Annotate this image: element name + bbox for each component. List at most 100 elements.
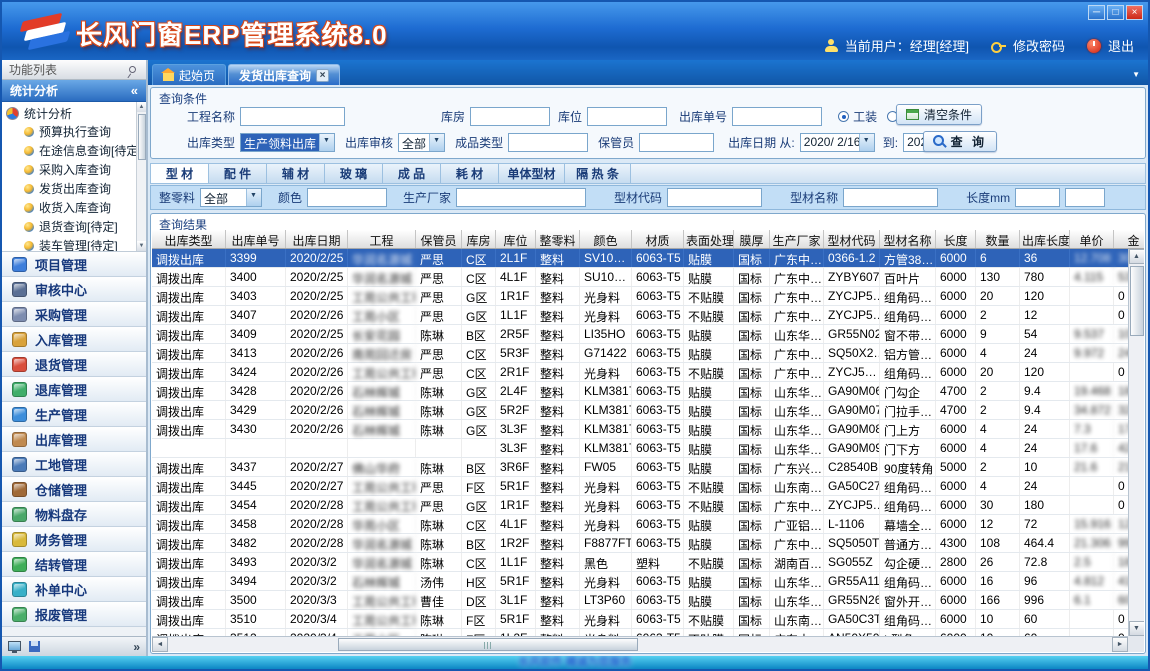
outbound-type-select[interactable]: 生产领料出库 <box>240 133 335 152</box>
grid-column-header[interactable]: 出库单号 <box>226 230 286 248</box>
module-item[interactable]: 仓储管理 <box>2 477 146 502</box>
tab-shipping-outbound-query[interactable]: 发货出库查询 × <box>228 64 340 85</box>
grid-row[interactable]: 调拨出库34282020/2/26石林辉城陈琳G区2L4F整料KLM381760… <box>152 382 1128 401</box>
grid-row[interactable]: 调拨出库34942020/3/2石林辉城汤伟H区5R1F整料光身料6063-T5… <box>152 572 1128 591</box>
grid-column-header[interactable]: 颜色 <box>580 230 632 248</box>
module-item[interactable]: 报废管理 <box>2 602 146 627</box>
grid-column-header[interactable]: 库房 <box>462 230 496 248</box>
tree-item[interactable]: 退货查询[待定] <box>2 217 146 236</box>
grid-row[interactable]: 调拨出库34822020/2/28华润名源城陈琳B区1R2F整料F8877FT6… <box>152 534 1128 553</box>
minimize-button[interactable]: ─ <box>1088 5 1105 20</box>
logout-button[interactable]: 退出 <box>1108 36 1134 55</box>
material-tab[interactable]: 辅 材 <box>267 164 325 183</box>
outbound-order-input[interactable] <box>732 107 822 126</box>
grid-column-header[interactable]: 膜厚 <box>734 230 770 248</box>
grid-column-header[interactable]: 单价 <box>1070 230 1114 248</box>
bin-input[interactable] <box>587 107 667 126</box>
whole-piece-select[interactable]: 全部 <box>200 188 262 207</box>
dropdown-arrow-icon[interactable] <box>319 134 334 151</box>
tab-close-icon[interactable]: × <box>316 69 329 82</box>
length-from-input[interactable] <box>1015 188 1060 207</box>
module-item[interactable]: 补单中心 <box>2 577 146 602</box>
product-type-input[interactable] <box>508 133 588 152</box>
grid-row[interactable]: 调拨出库34292020/2/26石林辉城陈琳G区5R2F整料KLM381760… <box>152 401 1128 420</box>
grid-column-header[interactable]: 保管员 <box>416 230 462 248</box>
material-tab[interactable]: 隔 热 条 <box>565 164 631 183</box>
monitor-icon[interactable] <box>8 641 21 651</box>
grid-column-header[interactable]: 型材代码 <box>824 230 880 248</box>
material-tab[interactable]: 单体型材 <box>499 164 565 183</box>
grid-row[interactable]: 调拨出库34452020/2/27工苑公共工程严思F区5R1F整料光身料6063… <box>152 477 1128 496</box>
radio-workwear[interactable]: 工装 <box>838 108 877 125</box>
scroll-right-icon[interactable] <box>1112 637 1128 652</box>
module-item[interactable]: 财务管理 <box>2 527 146 552</box>
grid-row[interactable]: 调拨出库34032020/2/25工苑公共工程严思G区1R1F整料光身料6063… <box>152 287 1128 306</box>
module-item[interactable]: 退库管理 <box>2 377 146 402</box>
tree-item[interactable]: 在途信息查询[待定] <box>2 141 146 160</box>
scroll-left-icon[interactable] <box>152 637 168 652</box>
module-item[interactable]: 结转管理 <box>2 552 146 577</box>
scroll-down-icon[interactable] <box>1129 621 1145 636</box>
grid-column-header[interactable]: 表面处理 <box>684 230 734 248</box>
warehouse-input[interactable] <box>470 107 550 126</box>
grid-row[interactable]: 调拨出库35102020/3/4工苑公共工程陈琳F区5R1F整料光身料6063-… <box>152 610 1128 629</box>
grid-column-header[interactable]: 金 <box>1114 230 1144 248</box>
scroll-down-icon[interactable] <box>137 241 147 251</box>
project-name-input[interactable] <box>240 107 345 126</box>
grid-horizontal-scrollbar[interactable] <box>152 636 1128 652</box>
tree-scrollbar[interactable] <box>136 102 146 251</box>
vertical-scrollbar-thumb[interactable] <box>1130 266 1144 336</box>
tree-item[interactable]: 发货出库查询 <box>2 179 146 198</box>
grid-column-header[interactable]: 长度 <box>936 230 976 248</box>
grid-column-header[interactable]: 整零料 <box>536 230 580 248</box>
length-to-input[interactable] <box>1065 188 1105 207</box>
grid-row[interactable]: 调拨出库34132020/2/26南苑回迁房严思C区5R3F整料G7142260… <box>152 344 1128 363</box>
date-from-picker[interactable]: 2020/ 2/16 <box>800 133 875 152</box>
grid-row[interactable]: 调拨出库34302020/2/26石林辉城陈琳G区3L3F整料KLM381760… <box>152 420 1128 439</box>
outbound-audit-select[interactable]: 全部 <box>398 133 445 152</box>
module-item[interactable]: 物料盘存 <box>2 502 146 527</box>
module-item[interactable]: 生产管理 <box>2 402 146 427</box>
profile-code-input[interactable] <box>667 188 762 207</box>
module-item[interactable]: 工地管理 <box>2 452 146 477</box>
grid-column-header[interactable]: 出库长度 <box>1020 230 1070 248</box>
grid-column-header[interactable]: 材质 <box>632 230 684 248</box>
clear-conditions-button[interactable]: 清空条件 <box>896 104 982 125</box>
tab-home[interactable]: 起始页 <box>152 64 226 85</box>
dropdown-arrow-icon[interactable] <box>859 134 874 151</box>
sidebar-section-header[interactable]: 统计分析 « <box>2 80 146 102</box>
maximize-button[interactable]: □ <box>1107 5 1124 20</box>
tab-list-chevron-icon[interactable] <box>1132 66 1140 80</box>
module-item[interactable]: 项目管理 <box>2 252 146 277</box>
grid-row[interactable]: 调拨出库35002020/3/3工苑公共工程曹佳D区3L1F整料LT3P6060… <box>152 591 1128 610</box>
module-item[interactable]: 退货管理 <box>2 352 146 377</box>
grid-row[interactable]: 调拨出库34932020/3/2华润名源城陈琳C区1L1F整料黑色塑料不贴膜国标… <box>152 553 1128 572</box>
keeper-input[interactable] <box>639 133 714 152</box>
grid-row[interactable]: 3L3F整料KLM38176063-T5贴膜国标山东华…GA90M09…门下方6… <box>152 439 1128 458</box>
disk-icon[interactable] <box>29 641 40 652</box>
grid-column-header[interactable]: 出库类型 <box>152 230 226 248</box>
color-input[interactable] <box>307 188 387 207</box>
change-password-button[interactable]: 修改密码 <box>1013 36 1065 55</box>
tree-scrollbar-thumb[interactable] <box>138 114 146 160</box>
chevrons-more[interactable]: » <box>133 640 140 654</box>
tree-item[interactable]: 预算执行查询 <box>2 122 146 141</box>
grid-row[interactable]: 调拨出库35122020/3/4工苑小区陈琳F区1L2F整料光身料6063-T5… <box>152 629 1128 636</box>
pin-icon[interactable] <box>128 65 138 75</box>
tree-item[interactable]: 采购入库查询 <box>2 160 146 179</box>
module-item[interactable]: 入库管理 <box>2 327 146 352</box>
grid-row[interactable]: 调拨出库34072020/2/26工苑小区严思G区1L1F整料光身料6063-T… <box>152 306 1128 325</box>
manufacturer-input[interactable] <box>456 188 586 207</box>
search-button[interactable]: 查 询 <box>923 131 997 152</box>
material-tab[interactable]: 成 品 <box>383 164 441 183</box>
grid-row[interactable]: 调拨出库34002020/2/25华润名源城严思C区4L1F整料SU10…606… <box>152 268 1128 287</box>
horizontal-scrollbar-thumb[interactable] <box>338 638 638 651</box>
grid-column-header[interactable]: 库位 <box>496 230 536 248</box>
collapse-icon[interactable]: « <box>131 83 138 98</box>
grid-vertical-scrollbar[interactable] <box>1128 249 1144 636</box>
grid-column-header[interactable]: 工程 <box>348 230 416 248</box>
close-button[interactable]: × <box>1126 5 1143 20</box>
material-tab[interactable]: 型 材 <box>151 164 209 183</box>
grid-row[interactable]: 调拨出库34242020/2/26工苑公共工程严思C区2R1F整料光身料6063… <box>152 363 1128 382</box>
grid-column-header[interactable]: 型材名称 <box>880 230 936 248</box>
